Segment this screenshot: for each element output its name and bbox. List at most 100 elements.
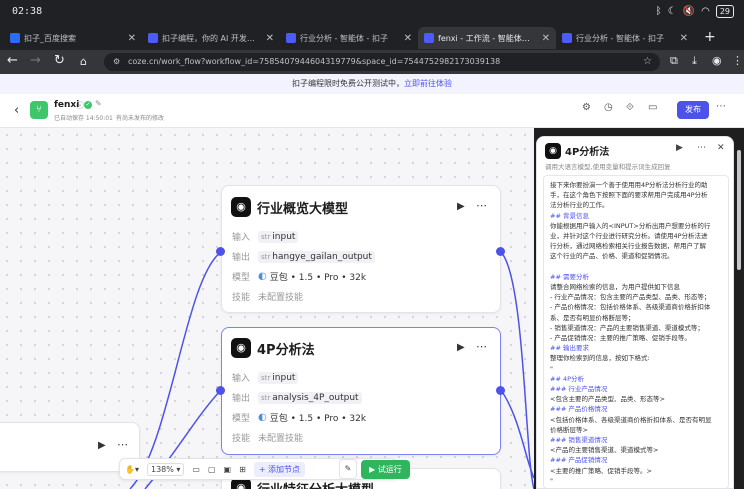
browser-tab-active[interactable]: fenxi - 工作流 - 智能体平台 ✕ <box>418 27 556 49</box>
mute-icon: 🔇 <box>682 6 696 17</box>
type-tag: str <box>261 393 271 402</box>
back-chevron-icon[interactable]: ‹ <box>14 103 19 118</box>
run-node-icon[interactable]: ▶ <box>98 440 106 451</box>
input-tag: str input <box>258 230 299 243</box>
edit-icon[interactable]: ✎ <box>95 99 102 108</box>
type-tag: str <box>261 373 271 382</box>
node-more-icon[interactable]: ⋯ <box>476 340 487 353</box>
extensions-icon[interactable]: ⧉ <box>670 54 678 68</box>
output-label: 输出 <box>232 394 251 404</box>
skill-label: 技能 <box>232 293 251 303</box>
input-value: input <box>272 231 296 242</box>
prompt-editor[interactable]: 接下来你要扮演一个善于使用用4P分析法分析行业的助 手，在这个角色下按照下面的要求… <box>543 175 729 488</box>
downloads-icon[interactable]: ⤓ <box>692 54 697 68</box>
panel-scrollbar[interactable] <box>737 150 741 270</box>
prompt-text-line: <主要的推广策略、促销手段等。> <box>550 466 652 475</box>
profile-icon[interactable]: ◉ <box>712 54 722 67</box>
close-icon[interactable]: ✕ <box>542 33 550 44</box>
debug-icon[interactable]: ✎ <box>339 459 357 479</box>
prompt-heading-line: ## 背景信息 <box>550 211 589 220</box>
forward-arrow-icon[interactable]: → <box>30 53 41 68</box>
prompt-text-line: <包含主要的产品类型、品类、形态等> <box>550 395 665 404</box>
browser-menu-icon[interactable]: ⋮ <box>732 54 743 67</box>
publish-button[interactable]: 发布 <box>677 101 709 119</box>
new-tab-button[interactable]: + <box>704 29 716 45</box>
skill-label: 技能 <box>232 434 251 444</box>
add-node-button[interactable]: + 添加节点 <box>253 461 306 477</box>
prompt-text-line: 价格断层等> <box>550 425 588 434</box>
input-port[interactable] <box>216 247 225 256</box>
test-run-button[interactable]: ▶ 试运行 <box>361 459 410 479</box>
node-model-row: 模型 ◐ 豆包 • 1.5 • Pro • 32k <box>232 411 366 424</box>
close-icon[interactable]: ✕ <box>680 33 688 44</box>
node-title: 4P分析法 <box>257 343 315 358</box>
coze-favicon-icon <box>286 33 296 43</box>
prompt-text-line: - 行业产品情况：包含主要的产品类型、品类、形态等； <box>550 293 711 302</box>
prompt-text-line: - 销售渠道情况：产品的主要销售渠道、渠道模式等； <box>550 323 704 332</box>
input-port[interactable] <box>216 386 225 395</box>
prompt-heading-line: ### 产品价格情况 <box>550 405 608 414</box>
browser-tab-bar: 扣子_百度搜索 ✕ 扣子编程，你的 AI 开发伙伴 ✕ 行业分析 - 智能体 -… <box>0 24 744 50</box>
close-icon[interactable]: ✕ <box>128 33 136 44</box>
minimap-icon[interactable]: ▭ <box>192 465 200 474</box>
back-arrow-icon[interactable]: ← <box>7 53 18 68</box>
node-more-icon[interactable]: ⋯ <box>117 438 128 451</box>
workflow-canvas[interactable]: ▶ ⋯ ◉ 行业概览大模型 ▶ ⋯ 输入 str input 输出 str hang… <box>0 128 534 489</box>
close-icon[interactable]: ✕ <box>717 143 725 153</box>
workflow-node-llm-selected[interactable]: ◉ 4P分析法 ▶ ⋯ 输入 str input 输出 str analysis_4… <box>221 327 501 455</box>
prompt-text-line: 手，在这个角色下按照下面的要求帮用户完成用4P分析 <box>550 191 708 200</box>
panel-description: 调用大语言模型,使用变量和提示词生成回复 <box>545 163 671 171</box>
info-icon[interactable]: ⓘ <box>76 100 84 111</box>
settings-icon[interactable]: ⚙ <box>582 102 591 113</box>
comment-icon[interactable]: ▢ <box>208 465 216 474</box>
browser-tab[interactable]: 扣子编程，你的 AI 开发伙伴 ✕ <box>142 27 280 49</box>
layout-icon[interactable]: ⊞ <box>239 465 246 474</box>
close-icon[interactable]: ✕ <box>266 33 274 44</box>
more-options-icon[interactable]: ⋯ <box>716 101 726 112</box>
battery-indicator: 29 <box>715 5 734 18</box>
run-node-icon[interactable]: ▶ <box>457 342 465 353</box>
prompt-heading-line: ### 产品促销情况 <box>550 456 608 465</box>
output-tag: str analysis_4P_output <box>258 391 362 404</box>
code-icon[interactable]: ⟐ <box>626 102 634 113</box>
banner-link[interactable]: 立即前往体验 <box>404 79 452 88</box>
promo-banner: 扣子编程限时免费公开测试中，立即前往体验 <box>0 74 744 94</box>
autosave-status: 已自动保存 14:50:01 <box>54 115 113 122</box>
output-port[interactable] <box>496 386 505 395</box>
browser-tab[interactable]: 行业分析 - 智能体 - 扣子 ✕ <box>280 27 418 49</box>
browser-tab[interactable]: 行业分析 - 智能体 - 扣子 ✕ <box>556 27 694 49</box>
workflow-header: ‹ ⑂ fenxi ⓘ ✓ ✎ 已自动保存 14:50:01 有尚未发布的修改 … <box>0 94 744 128</box>
panel-more-icon[interactable]: ⋯ <box>697 143 706 153</box>
browser-tab[interactable]: 扣子_百度搜索 ✕ <box>4 27 142 49</box>
test-run-label: 试运行 <box>377 464 402 474</box>
chat-icon[interactable]: ▭ <box>648 102 657 113</box>
home-icon[interactable]: ⌂ <box>80 55 87 68</box>
model-value: ◐ 豆包 • 1.5 • Pro • 32k <box>258 411 366 424</box>
pointer-mode-icon[interactable]: ✋▾ <box>125 465 139 474</box>
node-output-row: 输出 str hangye_gailan_output <box>232 250 375 263</box>
output-port[interactable] <box>496 247 505 256</box>
reload-icon[interactable]: ↻ <box>54 53 65 68</box>
node-title: 行业特征分析大模型 <box>257 479 374 489</box>
node-more-icon[interactable]: ⋯ <box>476 199 487 212</box>
site-info-icon[interactable]: ⚙ <box>113 53 120 71</box>
prompt-text-line: 你能根据用户输入的<INPUT>分析出用户想要分析的行 <box>550 221 711 230</box>
run-node-icon[interactable]: ▶ <box>457 201 465 212</box>
history-icon[interactable]: ◷ <box>604 102 613 113</box>
zoom-select[interactable]: 138% ▾ <box>146 462 185 476</box>
doubao-model-icon: ◐ <box>258 412 267 423</box>
node-config-panel: ◉ 4P分析法 ▶ ⋯ ✕ 调用大语言模型,使用变量和提示词生成回复 接下来你要… <box>536 136 734 489</box>
input-label: 输入 <box>232 374 251 384</box>
coze-favicon-icon <box>424 33 434 43</box>
node-skill-row: 技能 未配置技能 <box>232 431 303 444</box>
bookmark-star-icon[interactable]: ☆ <box>643 53 652 71</box>
image-icon[interactable]: ▣ <box>224 465 232 474</box>
status-icons: ᛒ ☾ 🔇 ◠ 29 <box>656 5 734 18</box>
close-icon[interactable]: ✕ <box>404 33 412 44</box>
tab-title: 行业分析 - 智能体 - 扣子 <box>300 33 388 43</box>
address-bar[interactable]: ⚙ coze.cn/work_flow?workflow_id=75854079… <box>104 53 660 71</box>
prompt-text-line: " <box>550 364 553 373</box>
workflow-node-llm[interactable]: ◉ 行业概览大模型 ▶ ⋯ 输入 str input 输出 str hangye_g… <box>221 185 501 313</box>
type-tag: str <box>261 232 271 241</box>
run-node-icon[interactable]: ▶ <box>676 143 683 153</box>
